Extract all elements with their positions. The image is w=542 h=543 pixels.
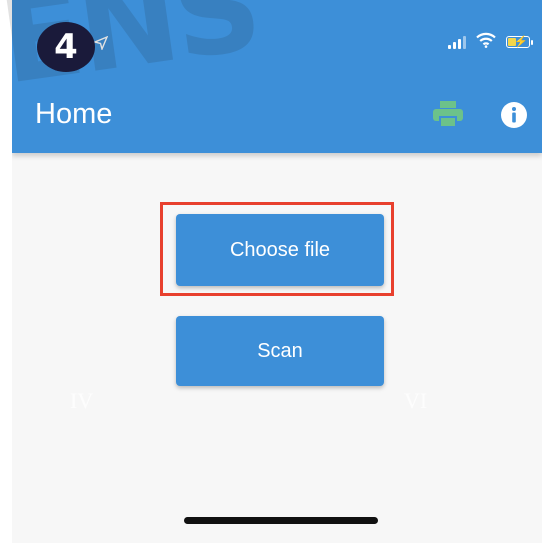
info-icon[interactable] bbox=[500, 101, 528, 134]
cellular-signal-icon bbox=[448, 35, 466, 49]
print-icon[interactable] bbox=[432, 100, 464, 133]
page-title: Home bbox=[35, 98, 113, 130]
choose-file-button[interactable]: Choose file bbox=[176, 214, 384, 286]
scan-button[interactable]: Scan bbox=[176, 316, 384, 386]
app-header: ⚡ Home bbox=[12, 0, 542, 153]
faint-label-left: IV bbox=[70, 388, 94, 413]
home-indicator[interactable] bbox=[184, 517, 378, 524]
location-arrow-icon bbox=[92, 35, 109, 53]
faint-label-right: VI bbox=[404, 388, 428, 413]
wifi-icon bbox=[476, 32, 496, 53]
phone-screen: ⚡ Home Choose file Scan IV VI bbox=[12, 0, 542, 543]
battery-charging-icon: ⚡ bbox=[506, 36, 533, 48]
step-number-badge: 4 bbox=[37, 22, 95, 72]
status-bar-icons: ⚡ bbox=[448, 30, 533, 54]
